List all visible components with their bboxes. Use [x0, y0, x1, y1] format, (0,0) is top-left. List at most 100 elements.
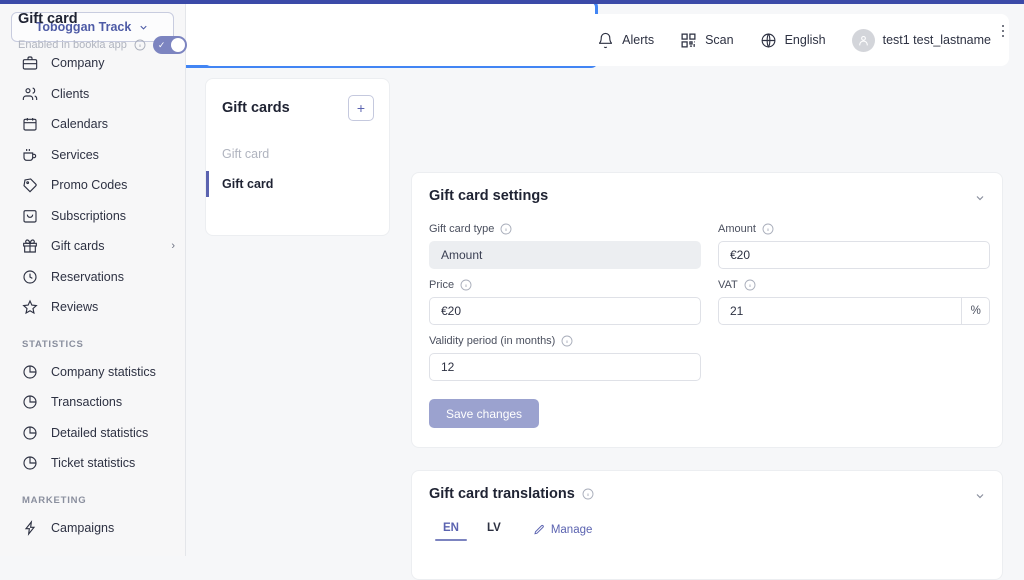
gift-cards-list-panel: Gift cards + Gift card Gift card: [205, 78, 390, 236]
lightning-icon: [24, 519, 36, 536]
sidebar-section-marketing: MARKETING: [22, 494, 87, 506]
scan-label: Scan: [705, 33, 734, 47]
sidebar-item-label: Detailed statistics: [51, 425, 149, 440]
user-menu[interactable]: test1 test_lastname: [851, 28, 991, 52]
gift-card-translations-card: Gift card translations EN LV Manage: [411, 470, 1003, 580]
gift-card-type-label-row: Gift card type: [429, 223, 701, 235]
sidebar-item-reviews[interactable]: Reviews: [0, 292, 185, 323]
field-vat: VAT %: [718, 279, 990, 325]
tag-icon: [23, 178, 37, 193]
sidebar: Toboggan Track Company Clients Calendars…: [0, 0, 186, 556]
sidebar-item-label: Company: [51, 56, 105, 71]
sidebar-item-label: Company statistics: [51, 364, 156, 379]
gift-card-type-input[interactable]: [429, 241, 701, 269]
sidebar-section-statistics: STATISTICS: [22, 338, 84, 350]
chevron-down-icon: [140, 25, 147, 30]
sidebar-item-label: Campaigns: [51, 520, 115, 535]
pencil-icon: [534, 524, 544, 534]
amount-label-row: Amount: [718, 223, 990, 235]
info-icon[interactable]: [744, 279, 756, 291]
tab-en[interactable]: EN: [429, 518, 473, 541]
bell-icon: [599, 32, 613, 48]
sidebar-item-label: Subscriptions: [51, 208, 127, 223]
top-header-bar: Alerts Scan English test1 test_lastname: [203, 14, 1009, 66]
translations-title: Gift card translations: [429, 486, 575, 502]
qr-code-icon: [681, 32, 696, 48]
enabled-label: Enabled in bookla app: [18, 39, 127, 51]
bag-icon: [23, 209, 37, 223]
vat-percent-suffix: %: [961, 297, 990, 325]
price-label-row: Price: [429, 279, 701, 291]
sidebar-item-calendars[interactable]: Calendars: [0, 109, 185, 140]
vat-input[interactable]: [718, 297, 962, 325]
sidebar-item-label: Services: [51, 147, 99, 162]
sidebar-item-label: Promo Codes: [51, 178, 128, 193]
check-icon: ✓: [157, 39, 166, 50]
sidebar-item-label: Reservations: [51, 269, 124, 284]
translations-collapse-toggle[interactable]: [974, 490, 986, 502]
sidebar-item-ticket-statistics[interactable]: Ticket statistics: [0, 448, 185, 479]
field-price: Price: [429, 279, 701, 325]
tab-lv[interactable]: LV: [473, 518, 515, 541]
star-icon: [22, 299, 38, 315]
list-item[interactable]: Gift card: [206, 139, 389, 169]
list-item[interactable]: Gift card: [206, 169, 389, 199]
amount-input[interactable]: [718, 241, 990, 269]
enabled-toggle[interactable]: ✓: [152, 36, 187, 54]
sidebar-item-reservations[interactable]: Reservations: [0, 262, 185, 293]
top-accent-bar: [0, 0, 1024, 4]
cup-icon: [23, 148, 37, 161]
user-avatar-icon: [858, 35, 868, 45]
sidebar-item-label: Ticket statistics: [51, 456, 136, 471]
sidebar-item-company-statistics[interactable]: Company statistics: [0, 357, 185, 388]
info-icon[interactable]: [460, 279, 472, 291]
settings-collapse-toggle[interactable]: [974, 192, 986, 204]
sidebar-item-promo-codes[interactable]: Promo Codes: [0, 170, 185, 201]
globe-icon: [761, 32, 776, 48]
sidebar-item-campaigns[interactable]: Campaigns: [0, 513, 185, 544]
language-label: English: [784, 33, 826, 47]
language-selector[interactable]: English: [760, 32, 826, 49]
info-icon[interactable]: [500, 223, 512, 235]
amount-label: Amount: [718, 223, 756, 235]
info-icon[interactable]: [561, 335, 573, 347]
manage-languages-button[interactable]: Manage: [533, 523, 593, 536]
info-icon[interactable]: [582, 488, 594, 500]
validity-input[interactable]: [429, 353, 701, 381]
users-icon: [22, 87, 38, 100]
pie-chart-icon: [23, 395, 37, 409]
field-gift-card-type: Gift card type: [429, 223, 701, 269]
sidebar-item-transactions[interactable]: Transactions: [0, 387, 185, 418]
chevron-down-icon: [976, 494, 984, 499]
clock-icon: [23, 270, 37, 284]
sidebar-item-subscriptions[interactable]: Subscriptions: [0, 201, 185, 232]
scan-button[interactable]: Scan: [680, 32, 734, 49]
validity-label: Validity period (in months): [429, 335, 556, 347]
alerts-button[interactable]: Alerts: [597, 32, 654, 49]
sidebar-item-services[interactable]: Services: [0, 140, 185, 171]
gift-icon: [23, 239, 37, 253]
list-panel-title: Gift cards: [222, 100, 290, 116]
price-input[interactable]: [429, 297, 701, 325]
info-icon[interactable]: [762, 223, 774, 235]
sidebar-item-clients[interactable]: Clients: [0, 79, 185, 110]
translations-title-row: Gift card translations: [429, 486, 594, 502]
manage-label: Manage: [550, 523, 593, 536]
gift-card-title: Gift card: [18, 11, 78, 27]
sidebar-item-label: Gift cards: [51, 239, 105, 254]
settings-title: Gift card settings: [429, 188, 549, 204]
avatar: [851, 28, 875, 52]
user-name: test1 test_lastname: [882, 33, 991, 47]
alerts-label: Alerts: [622, 33, 655, 47]
sidebar-item-gift-cards[interactable]: Gift cards ›: [0, 231, 185, 262]
add-gift-card-button[interactable]: +: [348, 95, 374, 121]
price-label: Price: [429, 279, 455, 291]
info-icon[interactable]: [134, 39, 146, 51]
save-changes-button[interactable]: Save changes: [429, 399, 540, 428]
validity-label-row: Validity period (in months): [429, 335, 701, 347]
sidebar-item-detailed-statistics[interactable]: Detailed statistics: [0, 418, 185, 449]
vat-label-row: VAT: [718, 279, 990, 291]
kebab-menu-icon[interactable]: [996, 22, 1010, 40]
sidebar-item-label: Transactions: [51, 395, 123, 410]
gift-card-settings-card: Gift card settings Gift card type Amount…: [411, 172, 1003, 448]
